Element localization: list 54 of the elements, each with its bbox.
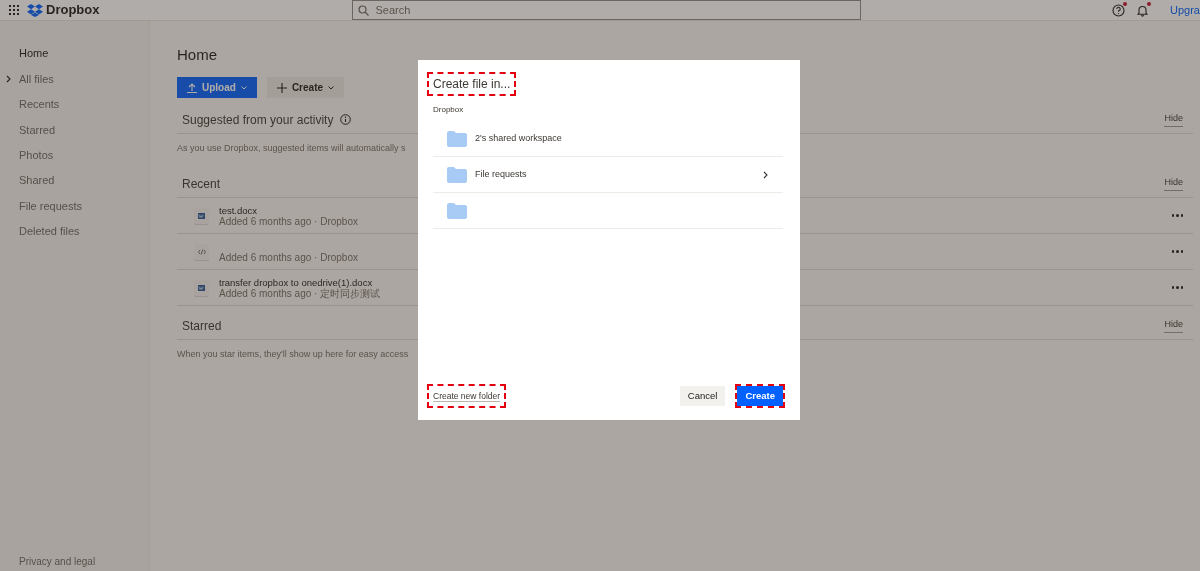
sidebar-item[interactable]: Photos: [0, 142, 149, 168]
folder-icon: [447, 202, 467, 219]
caret-icon: [328, 85, 335, 90]
folder-icon: [447, 166, 467, 183]
sidebar-item[interactable]: Shared: [0, 167, 149, 194]
hide-link[interactable]: Hide: [1164, 176, 1183, 191]
file-meta: Added 6 months ago · Dropbox: [219, 215, 358, 227]
info-icon[interactable]: [340, 114, 352, 125]
dropbox-logo-icon: [27, 3, 43, 17]
folder-row[interactable]: File requests: [433, 157, 783, 193]
hide-link[interactable]: Hide: [1164, 318, 1183, 333]
bell-icon[interactable]: [1136, 3, 1150, 17]
new-folder-link[interactable]: Create new folder: [427, 384, 507, 408]
folder-icon: [447, 130, 467, 147]
file-meta: Added 6 months ago · Dropbox: [219, 251, 358, 263]
location-label: Dropbox: [433, 104, 465, 116]
search-icon: [358, 4, 370, 16]
section-note: As you use Dropbox, suggested items will automatically s: [177, 142, 406, 156]
upload-icon: [187, 82, 197, 93]
section-heading: Recent: [182, 175, 221, 193]
sidebar-item[interactable]: Deleted files: [0, 218, 149, 245]
more-icon[interactable]: [1171, 286, 1183, 289]
chevron-icon[interactable]: [6, 75, 11, 84]
sidebar-item[interactable]: Home: [0, 41, 149, 67]
folder-row[interactable]: 2's shared workspace: [433, 121, 783, 157]
help-icon[interactable]: [1112, 3, 1126, 17]
file-name[interactable]: transfer dropbox to onedrive(1).docx: [219, 276, 381, 288]
search-field[interactable]: Search: [352, 0, 862, 20]
create-button[interactable]: Create: [735, 384, 785, 408]
sidebar-item[interactable]: Recents: [0, 91, 149, 118]
sidebar-item[interactable]: Starred: [0, 117, 149, 143]
more-icon[interactable]: [1171, 214, 1183, 217]
caret-icon: [240, 85, 247, 90]
create-button[interactable]: Create: [266, 77, 345, 98]
plus-icon: [276, 82, 287, 93]
hide-link[interactable]: Hide: [1164, 112, 1183, 127]
chevron-icon[interactable]: [763, 170, 768, 179]
more-icon[interactable]: [1171, 250, 1183, 253]
apps-grid-icon[interactable]: [9, 5, 19, 15]
upgrade-link[interactable]: Upgra: [1170, 1, 1200, 19]
file-meta: Added 6 months ago · 定时同步测试: [219, 287, 381, 299]
privacy-link[interactable]: Privacy and legal: [0, 554, 149, 571]
file-name[interactable]: test.docx: [219, 204, 358, 216]
section-heading: Suggested from your activity: [182, 111, 334, 129]
page-title: Home: [177, 45, 218, 65]
sidebar-item[interactable]: File requests: [0, 193, 149, 219]
cancel-button[interactable]: Cancel: [677, 384, 728, 408]
section-heading: Starred: [182, 317, 222, 335]
brand-name: Dropbox: [46, 1, 100, 20]
section-note: When you star items, they'll show up here for easy access: [177, 348, 409, 362]
search-input[interactable]: Search: [375, 1, 856, 19]
dialog-title: Create file in...: [427, 72, 517, 96]
sidebar-item[interactable]: All files: [0, 66, 149, 92]
upload-button[interactable]: Upload: [177, 77, 257, 98]
